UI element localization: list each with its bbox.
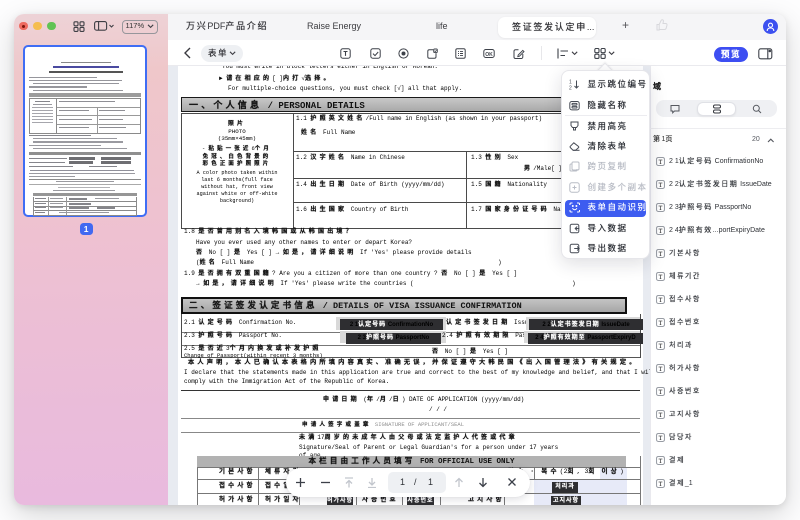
svg-text:2: 2 <box>569 86 572 91</box>
svg-text:OK: OK <box>485 52 493 58</box>
